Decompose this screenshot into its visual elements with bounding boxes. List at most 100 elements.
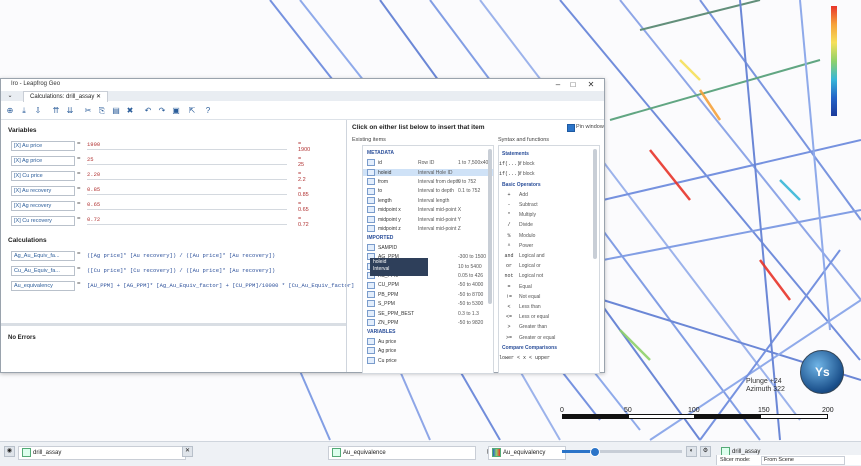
list-group-header[interactable]: IMPORTED [363, 235, 493, 242]
window-titlebar[interactable]: Iro - Leapfrog Geo – □ ✕ [1, 79, 604, 91]
list-item[interactable]: CU_PPM -50 to 4000 [363, 281, 493, 289]
list-item[interactable]: PB_PPM -50 to 8700 [363, 291, 493, 298]
add-icon[interactable]: ⊕ [5, 106, 15, 116]
table-select[interactable]: drill_assay [18, 446, 186, 460]
functions-list[interactable]: Statements if(...)if block if(...)if block… [498, 145, 600, 374]
tab-close-icon[interactable]: ✕ [96, 94, 101, 100]
list-item[interactable]: from Interval from depth0 to 752 [363, 178, 493, 186]
variable-name-select[interactable]: [X] Cu recovery [11, 216, 75, 226]
column-select-2[interactable]: Au_equivalency [488, 446, 566, 460]
column-icon [367, 159, 375, 167]
list-item[interactable]: midpoint y Interval mid-point Y [363, 215, 493, 223]
redo-icon[interactable]: ↷ [157, 106, 167, 116]
function-item[interactable]: != Not equal [499, 293, 594, 301]
functions-scrollbar[interactable] [593, 149, 597, 259]
variable-value-input[interactable]: 25 [87, 156, 287, 165]
variable-value-input[interactable]: 0.65 [87, 201, 287, 210]
list-item[interactable]: SE_PPM_BEST 0.3 to 1.3 [363, 309, 493, 317]
variable-value-input[interactable]: 2.20 [87, 171, 287, 180]
function-item[interactable]: if(...)if block [499, 170, 594, 178]
list-item[interactable]: Cu price [363, 356, 493, 364]
list-item[interactable]: holeid Interval Hole ID [363, 168, 493, 176]
settings-icon[interactable]: ⚙ [700, 446, 711, 457]
function-item[interactable]: and Logical and [499, 252, 594, 260]
pane-splitter[interactable] [1, 323, 346, 326]
maximize-icon[interactable]: □ [568, 80, 578, 90]
variable-name-select[interactable]: [X] Ag price [11, 156, 75, 166]
variable-value-input[interactable]: 1900 [87, 141, 287, 150]
save-icon[interactable]: ▣ [171, 106, 181, 116]
export-icon[interactable]: ⇱ [187, 106, 197, 116]
list-item[interactable]: SAMPID [363, 244, 493, 251]
chevron-down-icon[interactable]: ⌄ [5, 91, 15, 101]
list-item[interactable]: ZN_PPM -50 to 9820 [363, 319, 493, 327]
copy-icon[interactable]: ⎘ [97, 106, 107, 116]
function-item[interactable]: < Less than [499, 303, 594, 311]
list-group-header[interactable]: METADATA [363, 150, 493, 157]
close-icon[interactable]: ✕ [586, 80, 596, 90]
remove-icon[interactable]: ✕ [182, 446, 193, 457]
wireframe-icon[interactable]: ◐ [686, 446, 697, 457]
function-item[interactable]: / Divide [499, 221, 594, 229]
variable-value-input[interactable]: 0.72 [87, 216, 287, 225]
variable-name-select[interactable]: [X] Cu price [11, 171, 75, 181]
cut-icon[interactable]: ✂ [83, 106, 93, 116]
list-item[interactable]: midpoint z Interval mid-point Z [363, 225, 493, 233]
function-item[interactable]: lower < x < upper [499, 354, 594, 362]
calculation-name-select[interactable]: Au_equivalency [11, 281, 75, 291]
function-item[interactable]: not Logical not [499, 272, 594, 280]
list-item[interactable]: midpoint x Interval mid-point X [363, 206, 493, 214]
calculation-expression[interactable]: ([Ag price]* [Au recovery]) / ([Au price… [87, 251, 275, 260]
function-group-header[interactable]: Compare Comparisons [499, 344, 597, 352]
function-item[interactable]: - Subtract [499, 201, 594, 209]
calculation-expression[interactable]: [AU_PPM] + [AG_PPM]* [Ag_Au_Equiv_factor… [87, 281, 354, 290]
list-group-header[interactable]: VARIABLES [363, 329, 493, 336]
minimize-icon[interactable]: – [553, 80, 563, 90]
variable-name-select[interactable]: [X] Ag recovery [11, 201, 75, 211]
function-item[interactable]: <= Less or equal [499, 313, 594, 321]
list-item[interactable]: id Row ID 1 to 7,500x404 [363, 159, 493, 167]
move-down-icon[interactable]: ⇊ [65, 106, 75, 116]
variable-name-select[interactable]: [X] Au recovery [11, 186, 75, 196]
function-item[interactable]: + Add [499, 191, 594, 199]
calculation-name-select[interactable]: Cu_Au_Equiv_fa... [11, 266, 75, 276]
undo-icon[interactable]: ↶ [143, 106, 153, 116]
function-group-header[interactable]: Basic Operators [499, 181, 597, 189]
orientation-globe[interactable]: Ys [800, 350, 844, 394]
variable-name-select[interactable]: [X] Au price [11, 141, 75, 151]
slicer-mode-select[interactable]: From Scene [761, 456, 845, 465]
move-up-icon[interactable]: ⇈ [51, 106, 61, 116]
function-item[interactable]: > Greater than [499, 323, 594, 331]
pin-window-checkbox[interactable] [567, 124, 575, 132]
column-select[interactable]: Au_equivalence [328, 446, 476, 460]
function-item[interactable]: * Multiply [499, 211, 594, 219]
variable-value-input[interactable]: 0.85 [87, 186, 287, 195]
existing-items-scrollbar[interactable] [488, 149, 492, 304]
function-item[interactable]: % Modulo [499, 232, 594, 240]
list-item[interactable]: S_PPM -50 to 5300 [363, 300, 493, 308]
tab-calculations[interactable]: Calculations: drill_assay ✕ [23, 91, 109, 102]
function-item[interactable]: ^ Power [499, 242, 594, 250]
slider-knob[interactable] [590, 447, 600, 457]
list-item[interactable]: Au price [363, 338, 493, 345]
calculation-expression[interactable]: ([Cu price]* [Cu recovery]) / ([Au price… [87, 266, 275, 275]
delete-icon[interactable]: ✖ [125, 106, 135, 116]
window-title: Iro - Leapfrog Geo [11, 81, 61, 87]
function-group-header[interactable]: Statements [499, 150, 597, 158]
download-icon[interactable]: ⇩ [33, 106, 43, 116]
function-item[interactable]: if(...)if block [499, 160, 594, 168]
visibility-icon[interactable]: ◉ [4, 446, 15, 457]
paste-icon[interactable]: ▤ [111, 106, 121, 116]
list-item[interactable]: length Interval length [363, 197, 493, 204]
transparency-slider[interactable] [562, 447, 682, 457]
import-icon[interactable]: ⤓ [19, 106, 29, 116]
calculation-name-select[interactable]: Ag_Au_Equiv_fa... [11, 251, 75, 261]
list-item[interactable]: to Interval to depth 0.1 to 752 [363, 187, 493, 195]
vertical-divider[interactable] [346, 120, 347, 372]
function-item[interactable]: >= Greater or equal [499, 334, 594, 342]
function-item[interactable]: or Logical or [499, 262, 594, 270]
function-item[interactable]: = Equal [499, 283, 594, 291]
list-item[interactable]: Ag price [363, 347, 493, 355]
variable-result: = 0.72 [298, 216, 309, 228]
help-icon[interactable]: ? [203, 106, 213, 116]
